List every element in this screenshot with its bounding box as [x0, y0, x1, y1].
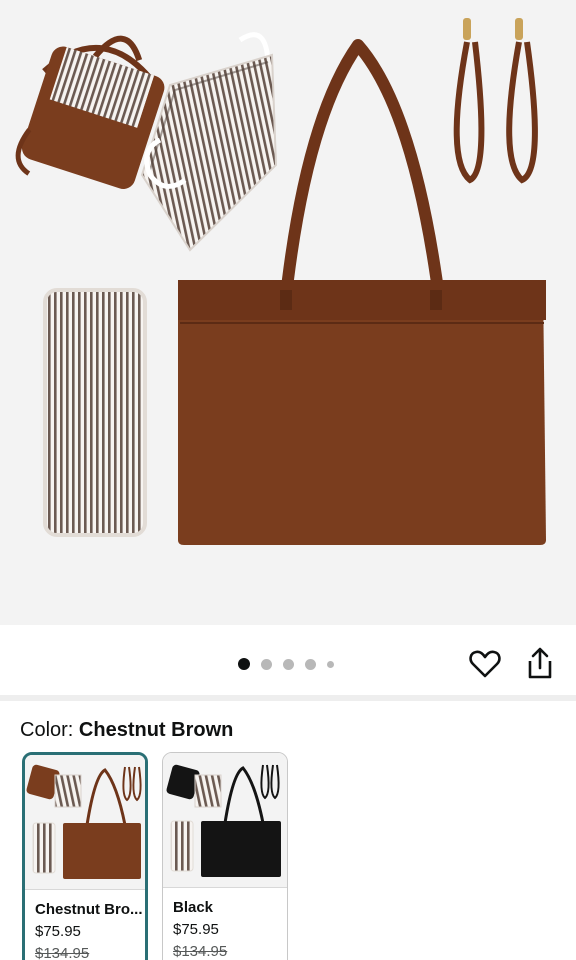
- color-option-list-price: $134.95: [173, 943, 228, 960]
- carousel-dot-2[interactable]: [261, 658, 272, 670]
- heart-outline-icon[interactable]: [469, 648, 501, 680]
- wristlet-straps: [453, 18, 538, 184]
- carousel-dot-3[interactable]: [283, 658, 294, 670]
- color-label: Color:: [20, 719, 79, 741]
- color-option-list-price: $134.95: [35, 945, 90, 960]
- section-divider: [0, 695, 576, 701]
- carousel-dot-4[interactable]: [305, 658, 316, 670]
- product-image[interactable]: [0, 0, 576, 625]
- selected-color-value: Chestnut Brown: [78, 719, 234, 741]
- share-icon[interactable]: [525, 646, 555, 680]
- color-option-price: $75.95: [173, 921, 219, 938]
- thumb-bag-brown: [63, 823, 141, 879]
- carousel-dot-5[interactable]: [327, 660, 334, 668]
- carousel-indicator[interactable]: [238, 658, 334, 670]
- thumb-bag-black: [201, 821, 281, 877]
- color-option-name: Chestnut Bro...: [35, 901, 143, 918]
- color-option-price: $75.95: [35, 923, 81, 940]
- color-option-chestnut-brown[interactable]: Chestnut Bro... $75.95 $134.95: [22, 752, 148, 960]
- changing-pad: [43, 288, 147, 537]
- product-photo: [15, 18, 546, 545]
- organizer-insert: [140, 32, 278, 252]
- color-option-thumbnail: [163, 753, 287, 888]
- carousel-dot-1[interactable]: [238, 658, 250, 670]
- color-option-black[interactable]: Black $75.95 $134.95: [162, 752, 288, 960]
- color-selector-heading: Color: Chestnut Brown: [20, 719, 233, 742]
- color-option-name: Black: [173, 899, 214, 916]
- color-option-thumbnail: [25, 755, 145, 890]
